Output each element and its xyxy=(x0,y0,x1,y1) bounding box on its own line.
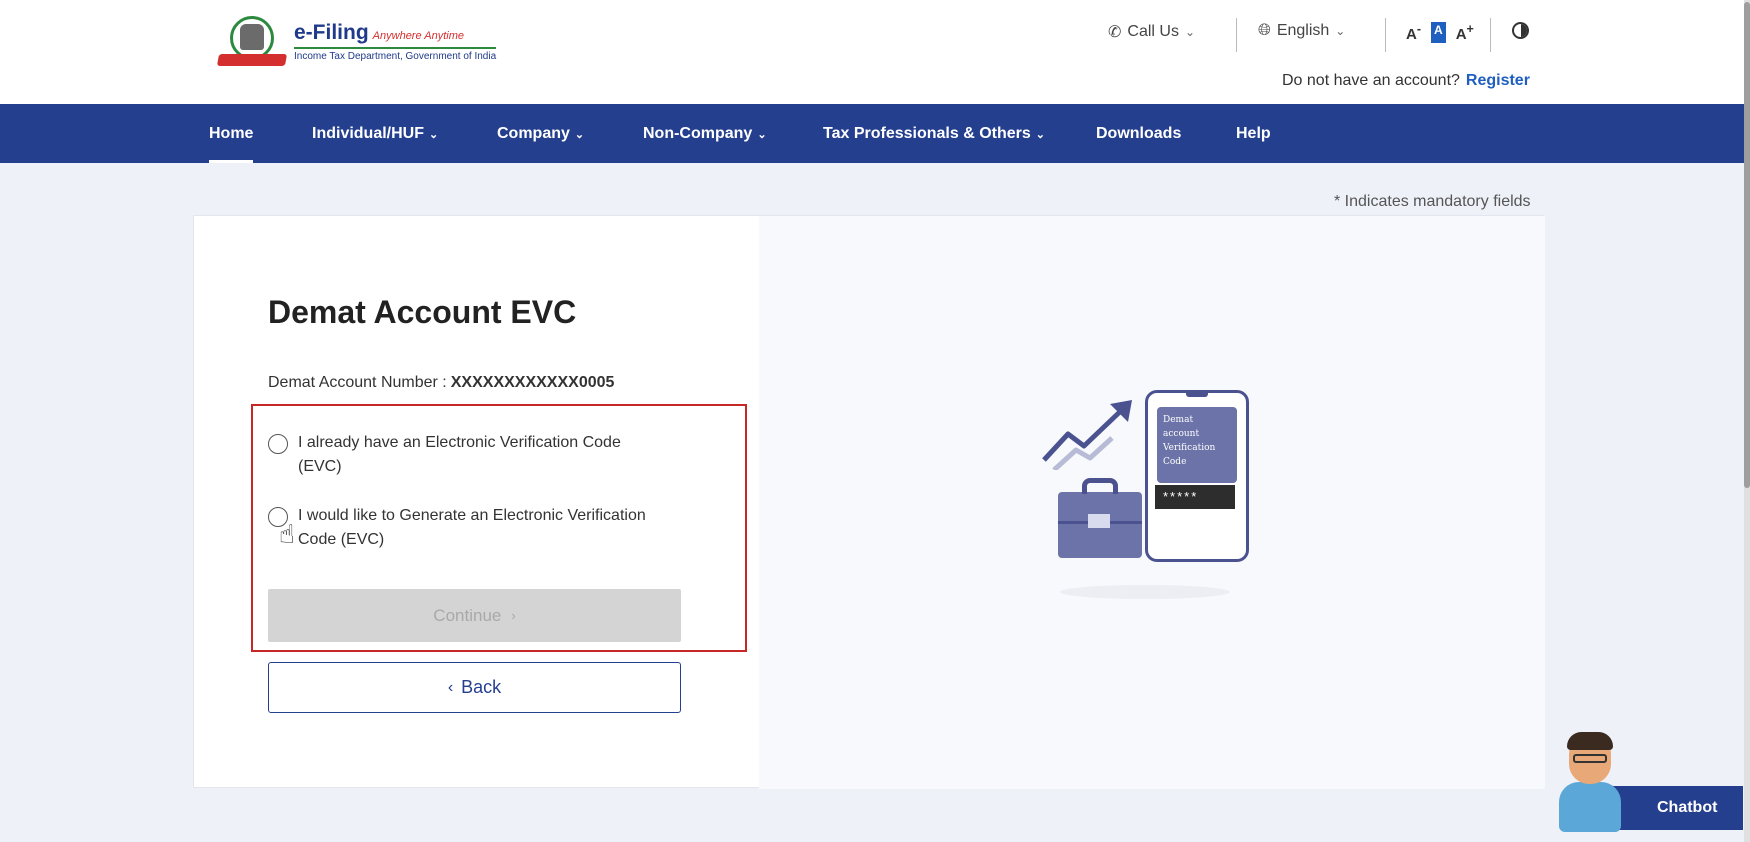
chevron-down-icon: ⌄ xyxy=(1035,129,1045,141)
divider xyxy=(1236,18,1237,52)
phone-screen-text: Demat account Verification Code xyxy=(1163,415,1216,467)
page-scrollbar[interactable] xyxy=(1744,0,1750,842)
logo-subtitle: Income Tax Department, Government of Ind… xyxy=(294,46,497,62)
account-value: XXXXXXXXXXXX0005 xyxy=(450,374,615,391)
continue-label: Continue xyxy=(433,605,502,625)
nav-individual-huf[interactable]: Individual/HUF ⌄ xyxy=(312,104,438,163)
chevron-down-icon: ⌄ xyxy=(429,129,439,141)
chatbot-label: Chatbot xyxy=(1657,799,1718,816)
option-have-evc[interactable]: I already have an Electronic Verificatio… xyxy=(268,431,658,479)
chevron-down-icon: ⌄ xyxy=(757,129,767,141)
nav-company-label: Company xyxy=(497,125,570,142)
nav-help[interactable]: Help xyxy=(1236,104,1271,163)
call-us-label: Call Us xyxy=(1127,23,1179,40)
font-increase-label: A xyxy=(1455,26,1467,43)
nav-downloads[interactable]: Downloads xyxy=(1096,104,1181,163)
back-label: Back xyxy=(461,677,502,697)
font-decrease-button[interactable]: A- xyxy=(1406,22,1421,43)
account-prompt-line: Do not have an account? Register xyxy=(1282,72,1530,90)
trend-arrow-icon xyxy=(1042,400,1132,470)
globe-icon: 🌐︎ xyxy=(1258,22,1271,39)
font-decrease-label: A xyxy=(1406,26,1417,43)
nav-non-company[interactable]: Non-Company ⌄ xyxy=(643,104,767,163)
briefcase-icon xyxy=(1058,478,1142,558)
emblem-icon xyxy=(216,14,288,68)
nav-home[interactable]: Home xyxy=(209,104,254,163)
phone-icon: ✆ xyxy=(1108,24,1122,41)
otp-mask: ***** xyxy=(1155,485,1235,509)
demat-account-number: Demat Account Number : XXXXXXXXXXXX0005 xyxy=(268,374,614,392)
chevron-down-icon: ⌄ xyxy=(1184,25,1196,39)
font-size-controls: A- A A+ xyxy=(1406,22,1474,43)
back-button[interactable]: ‹ Back xyxy=(268,662,681,713)
illustration-shadow xyxy=(1060,585,1230,599)
nav-non-company-label: Non-Company xyxy=(643,125,753,142)
radio-have-evc[interactable] xyxy=(268,434,288,454)
scrollbar-thumb[interactable] xyxy=(1744,2,1750,488)
account-prompt: Do not have an account? xyxy=(1282,72,1460,89)
divider xyxy=(1385,18,1386,52)
demat-evc-card: Demat Account EVC Demat Account Number :… xyxy=(193,215,1545,789)
nav-individual-label: Individual/HUF xyxy=(312,125,424,142)
nav-tax-professionals[interactable]: Tax Professionals & Others ⌄ xyxy=(823,104,1045,163)
chevron-right-icon: › xyxy=(511,608,516,623)
main-nav: Home Individual/HUF ⌄ Company ⌄ Non-Compan… xyxy=(0,104,1744,163)
top-header: e-Filing Anywhere Anytime Income Tax Depa… xyxy=(0,0,1750,104)
nav-help-label: Help xyxy=(1236,125,1271,142)
font-increase-button[interactable]: A+ xyxy=(1456,22,1474,43)
register-link[interactable]: Register xyxy=(1466,72,1530,89)
logo-tagline: Anywhere Anytime xyxy=(372,29,464,42)
nav-home-label: Home xyxy=(209,125,254,142)
chatbot-avatar-icon[interactable] xyxy=(1555,730,1625,834)
nav-downloads-label: Downloads xyxy=(1096,125,1182,142)
phone-device-icon: Demat account Verification Code xyxy=(1145,390,1249,562)
account-label: Demat Account Number : xyxy=(268,374,447,391)
divider xyxy=(1490,18,1491,52)
option-generate-evc[interactable]: I would like to Generate an Electronic V… xyxy=(268,504,658,552)
option-generate-evc-label: I would like to Generate an Electronic V… xyxy=(298,507,646,548)
font-default-button[interactable]: A xyxy=(1431,22,1446,43)
option-have-evc-label: I already have an Electronic Verificatio… xyxy=(298,434,621,475)
contrast-icon[interactable] xyxy=(1512,22,1529,39)
nav-tax-professionals-label: Tax Professionals & Others xyxy=(823,125,1031,142)
chevron-left-icon: ‹ xyxy=(447,678,454,696)
chevron-down-icon: ⌄ xyxy=(574,129,585,141)
chevron-down-icon: ⌄ xyxy=(1335,24,1346,38)
language-dropdown[interactable]: 🌐︎ English ⌄ xyxy=(1258,22,1345,40)
nav-company[interactable]: Company ⌄ xyxy=(497,104,584,163)
call-us-dropdown[interactable]: ✆ Call Us ⌄ xyxy=(1108,22,1195,42)
efiling-logo[interactable]: e-Filing Anywhere Anytime Income Tax Depa… xyxy=(216,14,497,68)
continue-button[interactable]: Continue › xyxy=(268,589,681,642)
hand-cursor-icon: ☝︎ xyxy=(279,519,295,549)
language-label: English xyxy=(1276,22,1330,39)
mandatory-note: * Indicates mandatory fields xyxy=(1334,193,1531,210)
page-title: Demat Account EVC xyxy=(268,294,577,330)
evc-illustration: Demat account Verification Code ***** xyxy=(1040,385,1260,620)
logo-title: e-Filing xyxy=(294,20,369,44)
